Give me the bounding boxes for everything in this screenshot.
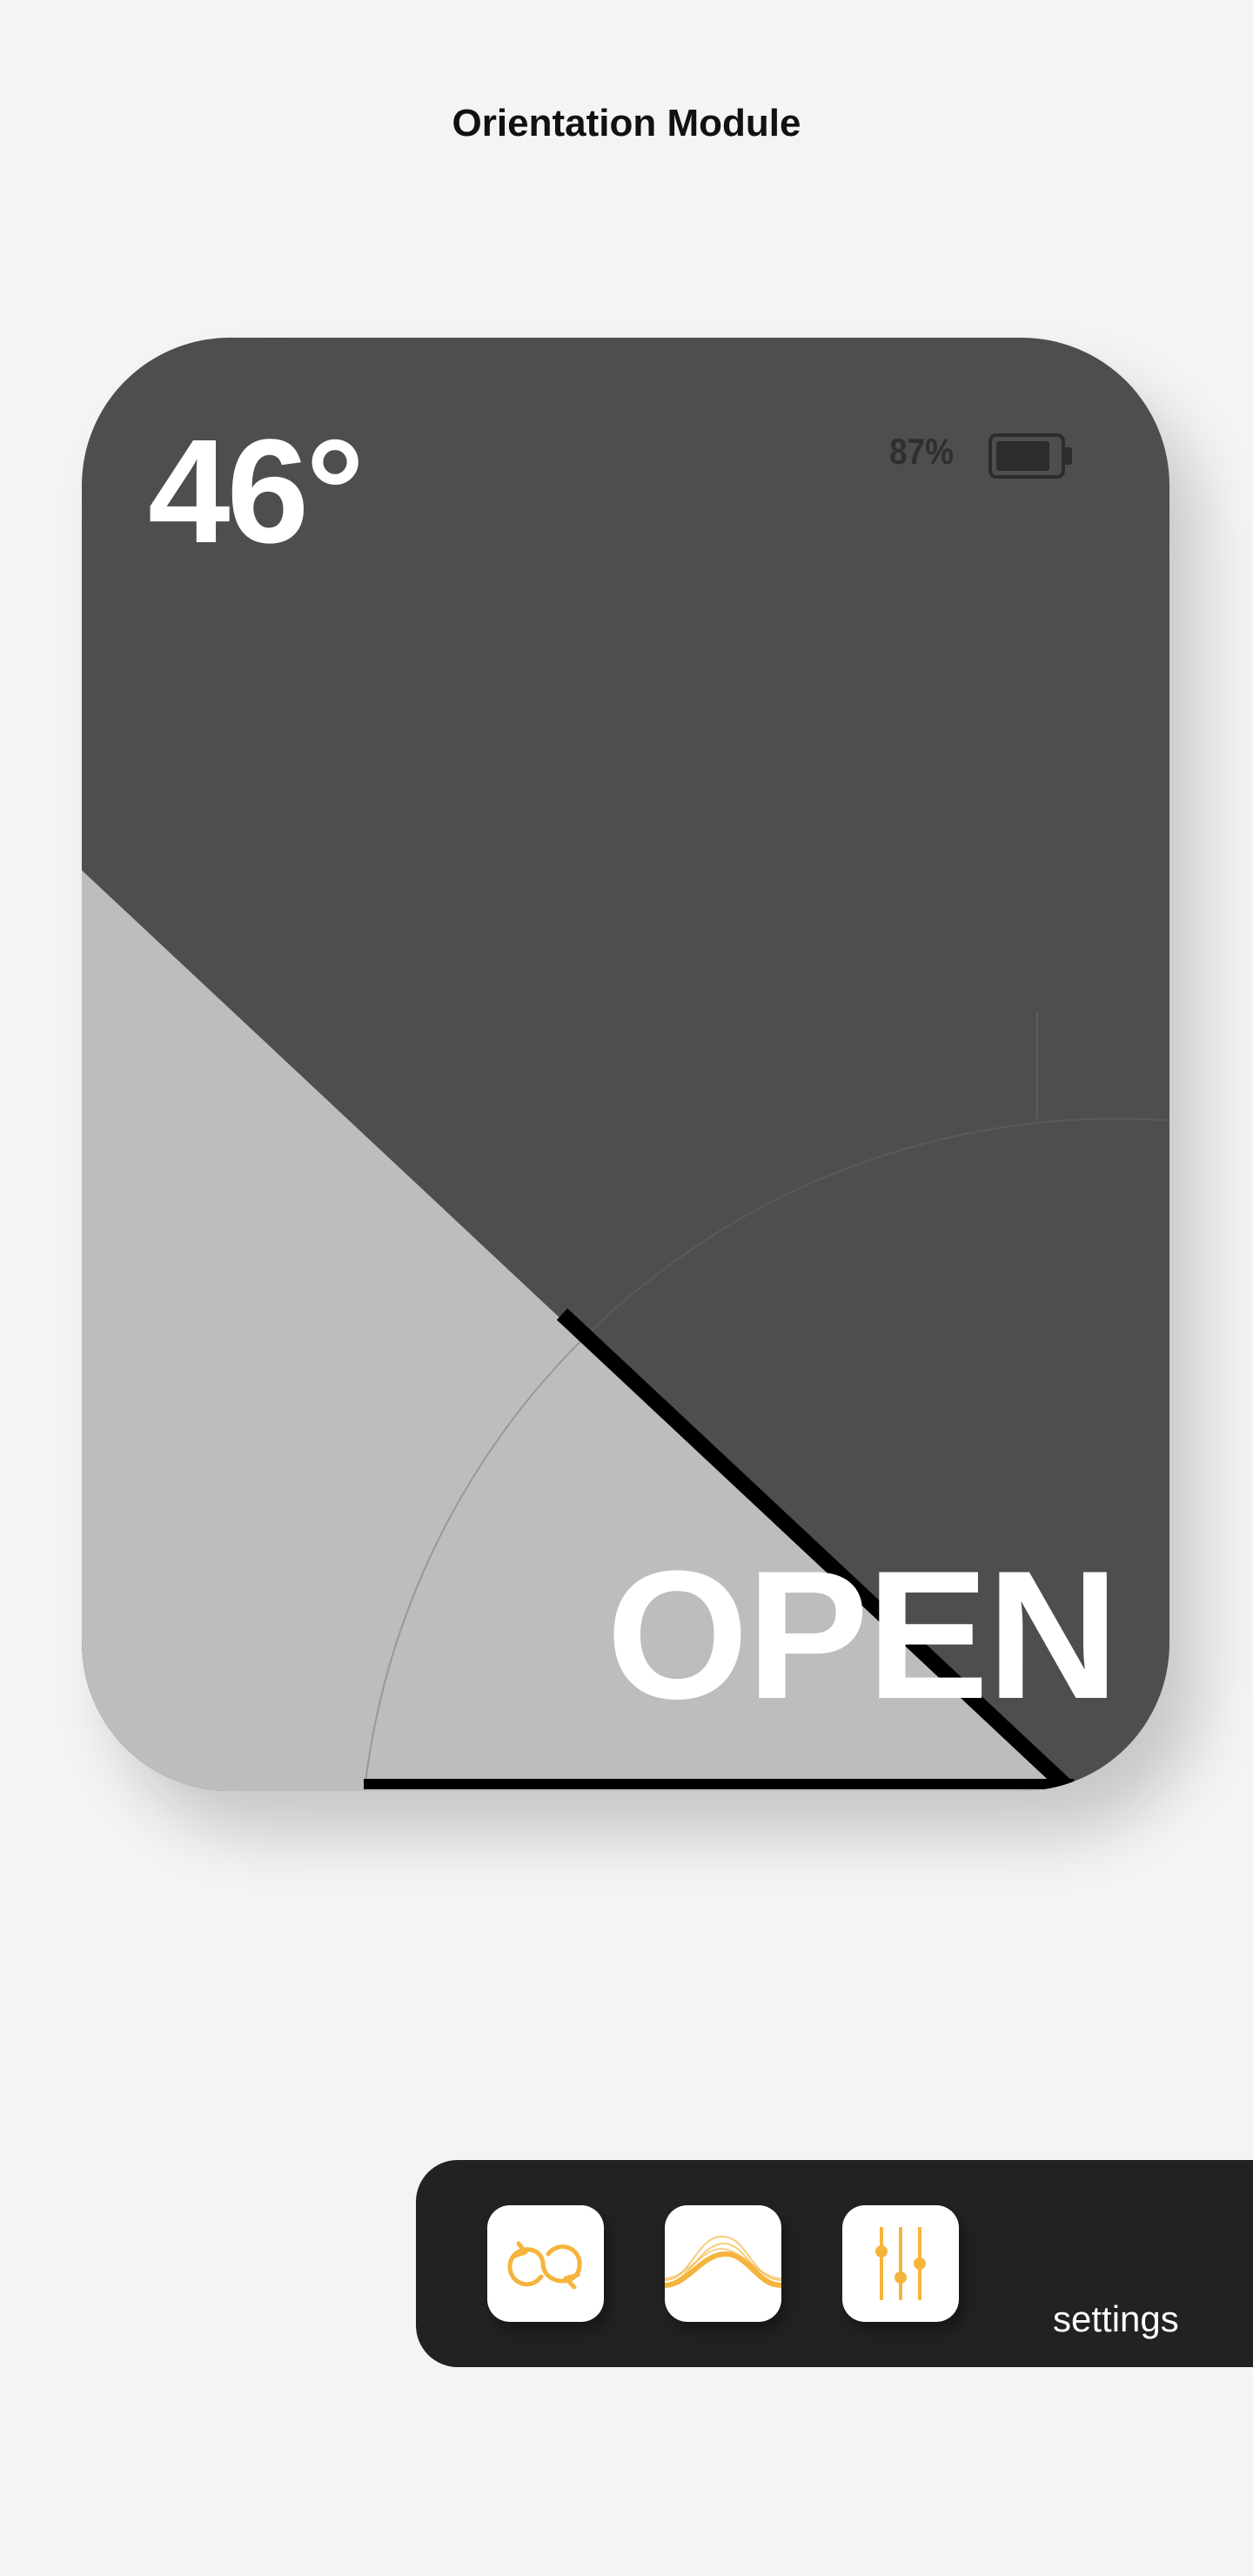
page-title: Orientation Module xyxy=(452,102,801,144)
waveform-button[interactable] xyxy=(665,2205,781,2322)
rotate-cycle-icon xyxy=(507,2241,582,2290)
waveform-icon xyxy=(665,2235,781,2288)
rotate-button[interactable] xyxy=(487,2205,604,2322)
orientation-card: 46° 87% OPEN xyxy=(82,338,1169,1791)
sliders-button[interactable] xyxy=(842,2205,959,2322)
tool-dock: settings xyxy=(416,2160,1253,2367)
battery-fill xyxy=(996,441,1049,471)
battery-icon xyxy=(988,433,1072,479)
settings-link[interactable]: settings xyxy=(1053,2301,1179,2338)
battery-percent: 87% xyxy=(889,431,954,472)
status-label: OPEN xyxy=(606,1533,1119,1737)
angle-readout: 46° xyxy=(148,409,365,574)
sliders-icon xyxy=(875,2227,926,2300)
